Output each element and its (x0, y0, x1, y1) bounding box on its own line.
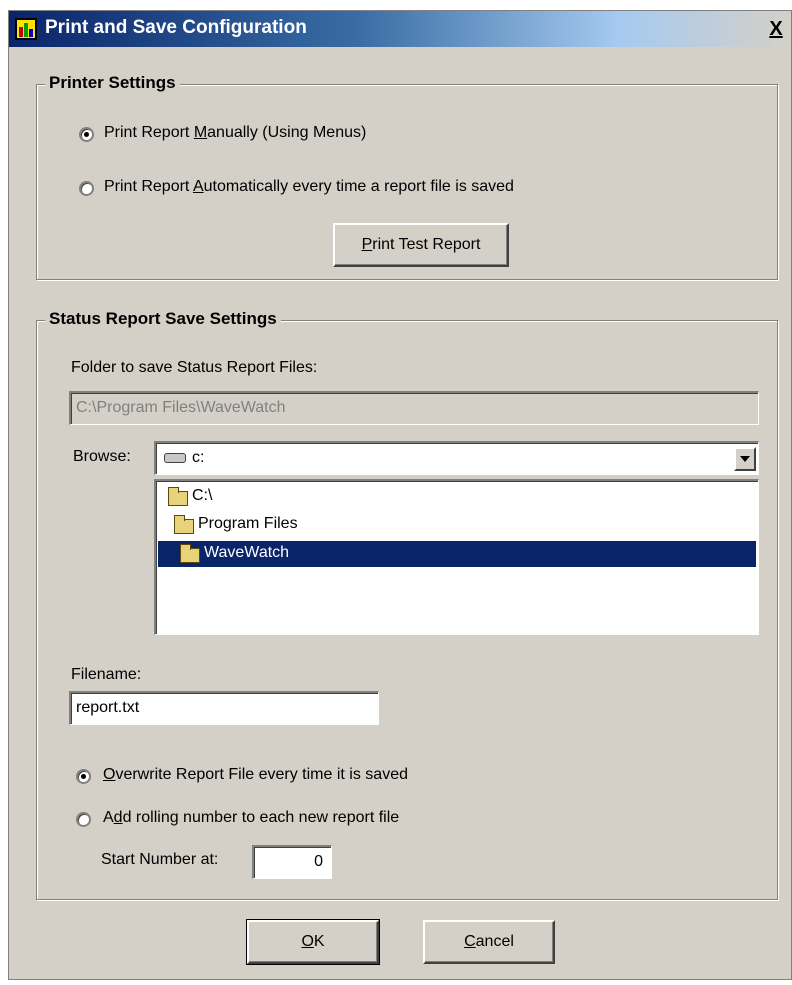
folder-item-selected[interactable]: WaveWatch (158, 541, 756, 567)
chevron-down-icon[interactable] (734, 447, 756, 471)
start-number-input[interactable]: 0 (252, 845, 332, 879)
ok-label-post: K (313, 933, 325, 950)
print-test-report-label-post: rint Test Report (372, 236, 481, 253)
app-icon (15, 18, 37, 40)
print-manually-label-mnemonic: M (193, 124, 208, 141)
cancel-button[interactable]: Cancel (423, 920, 555, 964)
print-automatically-label-pre: Print Report (104, 178, 193, 195)
overwrite-radio[interactable] (76, 769, 91, 784)
filename-input[interactable]: report.txt (69, 691, 379, 725)
ok-button[interactable]: OK (246, 919, 380, 965)
printer-settings-legend: Printer Settings (45, 73, 180, 93)
filename-label: Filename: (71, 666, 142, 683)
print-automatically-label-post: utomatically every time a report file is… (203, 178, 514, 195)
rolling-number-radio[interactable] (76, 812, 91, 827)
print-automatically-label-mnemonic: A (192, 178, 204, 195)
overwrite-label[interactable]: Overwrite Report File every time it is s… (103, 766, 408, 784)
drive-select[interactable]: c: (154, 441, 759, 475)
print-manually-label-pre: Print Report (104, 124, 194, 141)
print-test-report-label-mnemonic: P (361, 236, 373, 253)
folder-item-label: C:\ (192, 487, 213, 504)
cancel-label-post: ancel (475, 933, 514, 950)
save-settings-legend: Status Report Save Settings (45, 309, 281, 329)
folder-open-icon (174, 515, 194, 534)
folder-path-value: C:\Program Files\WaveWatch (76, 399, 286, 416)
start-number-value: 0 (314, 853, 323, 870)
overwrite-label-post: verwrite Report File every time it is sa… (115, 766, 408, 783)
print-manually-label[interactable]: Print Report Manually (Using Menus) (104, 124, 366, 142)
rolling-number-label-pre: A (103, 809, 114, 826)
folder-label: Folder to save Status Report Files: (71, 359, 318, 376)
print-save-config-dialog: Print and Save Configuration X Printer S… (8, 10, 792, 980)
folder-path-field: C:\Program Files\WaveWatch (69, 391, 759, 425)
window-title: Print and Save Configuration (45, 17, 307, 38)
drive-value: c: (192, 449, 205, 466)
rolling-number-label-mnemonic: d (113, 809, 123, 826)
print-automatically-radio[interactable] (79, 181, 94, 196)
start-number-label: Start Number at: (101, 851, 219, 868)
folder-item-label: Program Files (198, 515, 298, 532)
close-button[interactable]: X (766, 19, 786, 39)
cancel-label-mnemonic: C (464, 933, 476, 950)
filename-value: report.txt (76, 699, 140, 716)
drive-icon (164, 453, 186, 463)
ok-label-mnemonic: O (301, 933, 314, 950)
folder-open-icon (180, 544, 200, 563)
print-manually-label-post: anually (Using Menus) (207, 124, 367, 141)
folder-item[interactable]: C:\ (158, 485, 756, 509)
rolling-number-label[interactable]: Add rolling number to each new report fi… (103, 809, 399, 827)
folder-item-label: WaveWatch (204, 544, 290, 561)
rolling-number-label-post: d rolling number to each new report file (122, 809, 400, 826)
print-automatically-label[interactable]: Print Report Automatically every time a … (104, 178, 514, 196)
print-test-report-button[interactable]: Print Test Report (333, 223, 509, 267)
folder-item[interactable]: Program Files (158, 513, 756, 537)
overwrite-label-mnemonic: O (103, 766, 116, 783)
title-bar[interactable]: Print and Save Configuration X (9, 11, 791, 47)
print-manually-radio[interactable] (79, 127, 94, 142)
folder-list[interactable]: C:\ Program Files WaveWatch (154, 479, 759, 635)
browse-label: Browse: (73, 448, 131, 465)
folder-open-icon (168, 487, 188, 506)
